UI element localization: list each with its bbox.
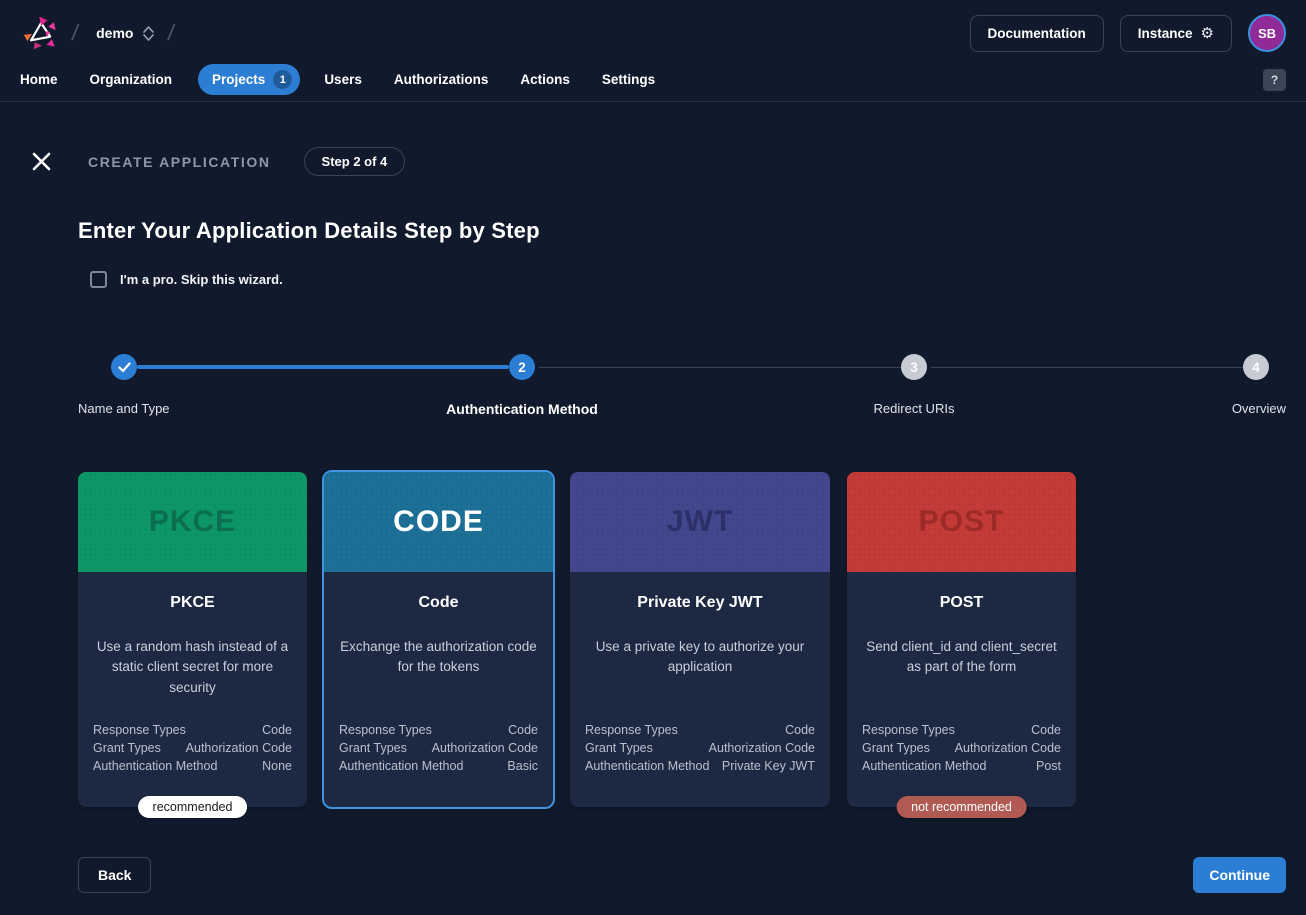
avatar-initials: SB xyxy=(1258,26,1276,41)
card-description: Exchange the authorization code for the … xyxy=(338,637,539,678)
create-application-wizard: CREATE APPLICATION Step 2 of 4 Enter You… xyxy=(0,147,1306,893)
auth-method-card-pkce[interactable]: PKCE PKCE Use a random hash instead of a… xyxy=(78,472,307,807)
top-bar: / demo / Documentation Instance ⚙ SB xyxy=(0,0,1306,66)
auth-method-cards: PKCE PKCE Use a random hash instead of a… xyxy=(78,472,1306,807)
step-2-label[interactable]: Authentication Method xyxy=(446,401,598,417)
not-recommended-badge: not recommended xyxy=(896,796,1027,818)
card-attributes: Response TypesCode Grant TypesAuthorizat… xyxy=(93,721,292,775)
nav-item-actions[interactable]: Actions xyxy=(520,72,570,87)
org-name[interactable]: demo xyxy=(96,25,133,41)
skip-wizard-checkbox-row[interactable]: I'm a pro. Skip this wizard. xyxy=(90,271,1306,288)
breadcrumb-divider: / xyxy=(167,20,177,46)
nav-item-users[interactable]: Users xyxy=(324,72,362,87)
step-1-label[interactable]: Name and Type xyxy=(78,401,170,416)
zitadel-logo-icon[interactable] xyxy=(22,13,62,53)
card-banner: CODE xyxy=(324,472,553,572)
wizard-footer: Back Continue xyxy=(78,857,1286,893)
auth-method-card-jwt[interactable]: JWT Private Key JWT Use a private key to… xyxy=(570,472,830,807)
skip-wizard-checkbox[interactable] xyxy=(90,271,107,288)
skip-wizard-label: I'm a pro. Skip this wizard. xyxy=(120,272,283,287)
step-1-indicator-checkmark-icon[interactable] xyxy=(111,354,137,380)
back-button[interactable]: Back xyxy=(78,857,151,893)
breadcrumb-divider: / xyxy=(70,20,80,46)
gear-icon: ⚙ xyxy=(1201,26,1214,41)
stepper-connector xyxy=(931,367,1243,368)
card-description: Use a random hash instead of a static cl… xyxy=(92,637,293,698)
avatar[interactable]: SB xyxy=(1248,14,1286,52)
main-nav: Home Organization Projects 1 Users Autho… xyxy=(0,66,1306,102)
org-switcher-icon[interactable] xyxy=(139,22,158,45)
instance-label: Instance xyxy=(1138,26,1193,41)
step-4-indicator[interactable]: 4 xyxy=(1243,354,1269,380)
nav-item-settings[interactable]: Settings xyxy=(602,72,655,87)
step-counter-badge: Step 2 of 4 xyxy=(304,147,406,176)
nav-item-organization[interactable]: Organization xyxy=(90,72,173,87)
documentation-button[interactable]: Documentation xyxy=(970,15,1104,52)
nav-item-authorizations[interactable]: Authorizations xyxy=(394,72,489,87)
stepper-connector-done xyxy=(137,365,509,369)
card-attributes: Response TypesCode Grant TypesAuthorizat… xyxy=(585,721,815,775)
card-banner: PKCE xyxy=(78,472,307,572)
card-title: POST xyxy=(847,594,1076,612)
recommended-badge: recommended xyxy=(138,796,248,818)
card-description: Send client_id and client_secret as part… xyxy=(861,637,1062,678)
wizard-title: CREATE APPLICATION xyxy=(88,154,271,170)
card-banner: JWT xyxy=(570,472,830,572)
nav-item-projects-label: Projects xyxy=(212,72,265,87)
nav-item-projects[interactable]: Projects 1 xyxy=(198,64,300,95)
step-3-label[interactable]: Redirect URIs xyxy=(874,401,955,416)
auth-method-card-post[interactable]: POST POST Send client_id and client_secr… xyxy=(847,472,1076,807)
projects-count-badge: 1 xyxy=(273,70,292,89)
card-attributes: Response TypesCode Grant TypesAuthorizat… xyxy=(339,721,538,775)
instance-button[interactable]: Instance ⚙ xyxy=(1120,15,1232,52)
card-attributes: Response TypesCode Grant TypesAuthorizat… xyxy=(862,721,1061,775)
nav-item-home[interactable]: Home xyxy=(20,72,58,87)
page-title: Enter Your Application Details Step by S… xyxy=(78,218,1306,244)
card-title: PKCE xyxy=(78,594,307,612)
step-4-label[interactable]: Overview xyxy=(1232,401,1286,416)
wizard-header: CREATE APPLICATION Step 2 of 4 xyxy=(20,147,1286,176)
close-icon[interactable] xyxy=(28,149,54,175)
card-title: Code xyxy=(324,594,553,612)
continue-button[interactable]: Continue xyxy=(1193,857,1286,893)
card-title: Private Key JWT xyxy=(570,594,830,612)
step-3-indicator[interactable]: 3 xyxy=(901,354,927,380)
wizard-stepper: 2 3 4 Name and Type Authentication Metho… xyxy=(78,354,1286,430)
card-banner: POST xyxy=(847,472,1076,572)
step-2-indicator[interactable]: 2 xyxy=(509,354,535,380)
stepper-connector xyxy=(539,367,901,368)
help-button[interactable]: ? xyxy=(1263,69,1286,91)
documentation-label: Documentation xyxy=(988,26,1086,41)
card-description: Use a private key to authorize your appl… xyxy=(584,637,816,678)
auth-method-card-code[interactable]: CODE Code Exchange the authorization cod… xyxy=(324,472,553,807)
